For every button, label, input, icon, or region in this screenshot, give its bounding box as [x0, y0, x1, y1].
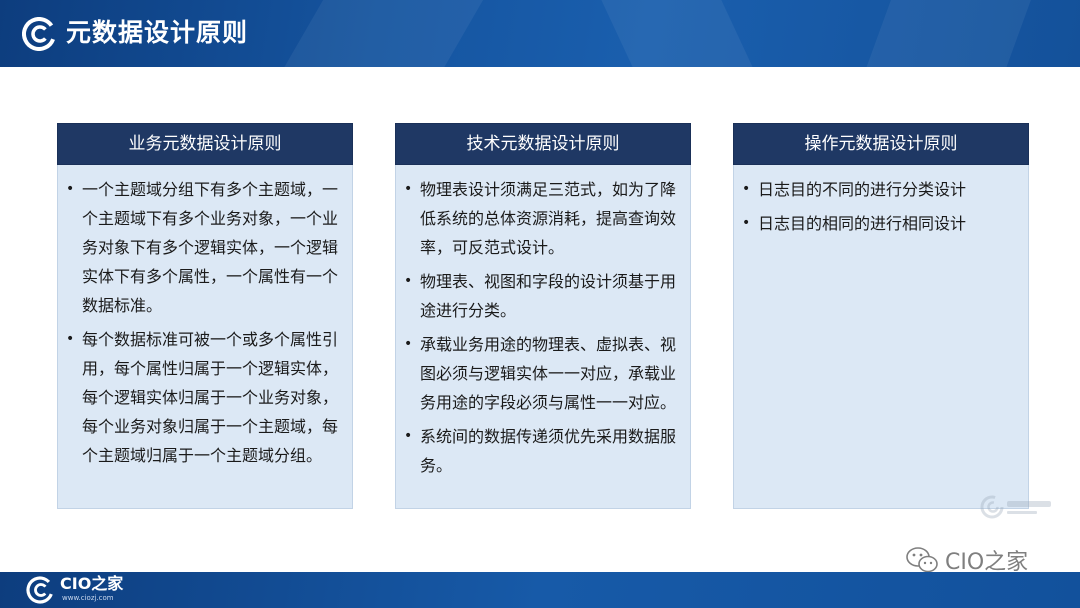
column-operational-metadata: 操作元数据设计原则 • 日志目的不同的进行分类设计 • 日志目的相同的进行相同设… [733, 123, 1029, 509]
list-item: • 一个主题域分组下有多个主题域，一个主题域下有多个业务对象，一个业务对象下有多… [66, 175, 342, 320]
footer-url: www.ciozj.com [62, 594, 114, 602]
bullet-icon: • [404, 273, 413, 289]
bullet-icon: • [742, 181, 751, 197]
cio-logo-icon [26, 576, 54, 604]
list-item: • 物理表、视图和字段的设计须基于用途进行分类。 [404, 267, 680, 325]
header-decoration [265, 0, 495, 67]
bullet-icon: • [742, 215, 751, 231]
cio-logo-icon [22, 17, 56, 51]
column-body: • 一个主题域分组下有多个主题域，一个主题域下有多个业务对象，一个业务对象下有多… [57, 165, 353, 509]
list-item-text: 日志目的不同的进行分类设计 [758, 180, 967, 199]
column-technical-metadata: 技术元数据设计原则 • 物理表设计须满足三范式，如为了降低系统的总体资源消耗，提… [395, 123, 691, 509]
list-item-text: 物理表设计须满足三范式，如为了降低系统的总体资源消耗，提高查询效率，可反范式设计… [420, 180, 677, 257]
bullet-icon: • [404, 336, 413, 352]
column-title: 操作元数据设计原则 [733, 123, 1029, 165]
list-item-text: 物理表、视图和字段的设计须基于用途进行分类。 [420, 272, 677, 320]
wechat-icon [906, 547, 938, 573]
list-item: • 物理表设计须满足三范式，如为了降低系统的总体资源消耗，提高查询效率，可反范式… [404, 175, 680, 262]
column-business-metadata: 业务元数据设计原则 • 一个主题域分组下有多个主题域，一个主题域下有多个业务对象… [57, 123, 353, 509]
slide: 元数据设计原则 业务元数据设计原则 • 一个主题域分组下有多个主题域，一个主题域… [0, 0, 1080, 608]
list-item-text: 一个主题域分组下有多个主题域，一个主题域下有多个业务对象，一个业务对象下有多个逻… [82, 180, 339, 315]
column-body: • 日志目的不同的进行分类设计 • 日志目的相同的进行相同设计 [733, 165, 1029, 509]
footer-brand: CIO之家 [60, 574, 124, 593]
header-band: 元数据设计原则 [0, 0, 1080, 67]
list-item: • 承载业务用途的物理表、虚拟表、视图必须与逻辑实体一一对应，承载业务用途的字段… [404, 330, 680, 417]
list-item: • 系统间的数据传递须优先采用数据服务。 [404, 422, 680, 480]
list-item-text: 承载业务用途的物理表、虚拟表、视图必须与逻辑实体一一对应，承载业务用途的字段必须… [420, 335, 677, 412]
page-title: 元数据设计原则 [66, 18, 249, 47]
list-item: • 日志目的相同的进行相同设计 [742, 209, 1018, 238]
bullet-icon: • [66, 331, 75, 347]
bullet-icon: • [404, 181, 413, 197]
column-title: 技术元数据设计原则 [395, 123, 691, 165]
list-item-text: 日志目的相同的进行相同设计 [758, 214, 967, 233]
header-decoration [596, 0, 764, 67]
column-body: • 物理表设计须满足三范式，如为了降低系统的总体资源消耗，提高查询效率，可反范式… [395, 165, 691, 509]
list-item-text: 每个数据标准可被一个或多个属性引用，每个属性归属于一个逻辑实体，每个逻辑实体归属… [82, 330, 339, 465]
principle-list: • 一个主题域分组下有多个主题域，一个主题域下有多个业务对象，一个业务对象下有多… [66, 175, 342, 470]
bullet-icon: • [404, 428, 413, 444]
header-decoration [858, 0, 1042, 67]
footer-band: CIO之家 www.ciozj.com [0, 572, 1080, 608]
list-item: • 日志目的不同的进行分类设计 [742, 175, 1018, 204]
cio-watermark-logo-icon [980, 495, 1051, 519]
list-item: • 每个数据标准可被一个或多个属性引用，每个属性归属于一个逻辑实体，每个逻辑实体… [66, 325, 342, 470]
column-title: 业务元数据设计原则 [57, 123, 353, 165]
bullet-icon: • [66, 181, 75, 197]
list-item-text: 系统间的数据传递须优先采用数据服务。 [420, 427, 677, 475]
principle-list: • 日志目的不同的进行分类设计 • 日志目的相同的进行相同设计 [742, 175, 1018, 238]
principle-list: • 物理表设计须满足三范式，如为了降低系统的总体资源消耗，提高查询效率，可反范式… [404, 175, 680, 480]
